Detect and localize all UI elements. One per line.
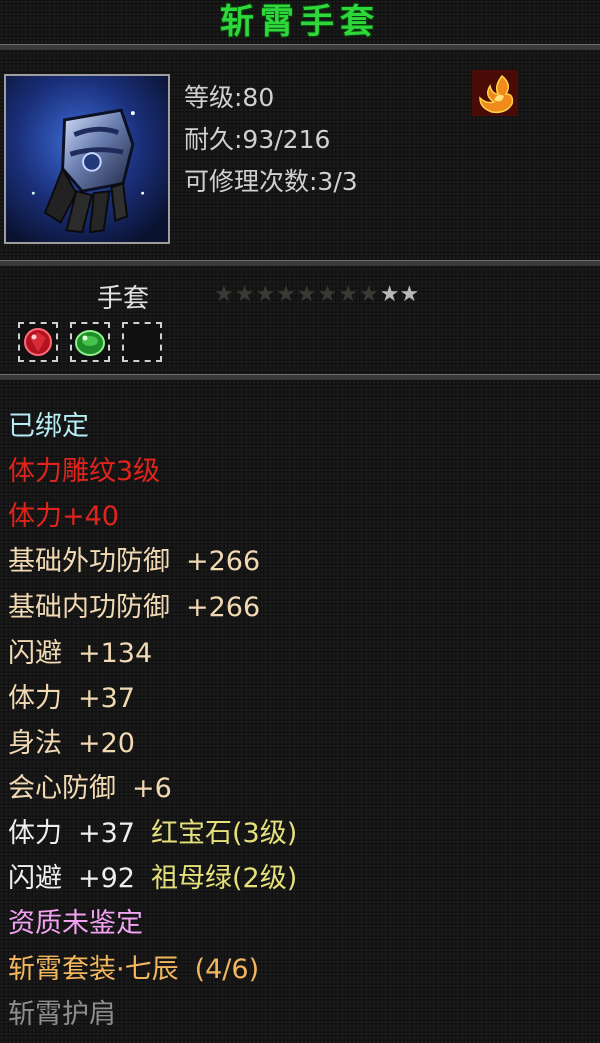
attr-value: +37 (78, 818, 135, 849)
engrave-bonus: 体力+40 (8, 501, 119, 532)
item-title: 斩霄手套 (220, 2, 380, 42)
sockets-divider (0, 374, 600, 380)
attr-label: 体力 (8, 683, 62, 714)
attr-value: +266 (186, 592, 261, 623)
aptitude-status: 资质未鉴定 (8, 908, 143, 939)
gem-socket-2[interactable] (70, 322, 110, 362)
attr-label: 闪避 (8, 863, 62, 894)
set-count: (4/6) (194, 954, 260, 985)
attr-value: +92 (78, 863, 135, 894)
gem-name: 祖母绿(2级) (150, 863, 298, 894)
portrait-divider (0, 260, 600, 266)
gem-name: 红宝石(3级) (150, 818, 298, 849)
dodge-row: 闪避 +134 (8, 637, 152, 671)
attr-value: +37 (78, 683, 135, 714)
attr-value: +134 (78, 638, 153, 669)
base-ext-def-row: 基础外功防御 +266 (8, 545, 260, 579)
gem-socket-1[interactable] (18, 322, 58, 362)
attr-label: 会心防御 (8, 773, 116, 804)
agility-row: 身法 +20 (8, 727, 135, 761)
item-durability: 耐久:93/216 (184, 125, 331, 154)
gem-bonus-row-2: 闪避 +92 祖母绿(2级) (8, 862, 297, 896)
unlit-stars: ★★★★★★★★ (214, 282, 380, 307)
lit-stars: ★★ (379, 282, 420, 307)
ruby-gem-icon (24, 328, 52, 356)
stamina-row: 体力 +37 (8, 682, 135, 716)
empty-socket-icon[interactable] (122, 322, 162, 362)
attr-value: +6 (132, 773, 172, 804)
set-name: 斩霄套装·七辰 (8, 954, 179, 985)
item-portrait (4, 74, 170, 244)
attr-label: 闪避 (8, 638, 62, 669)
bound-status: 已绑定 (8, 411, 89, 442)
set-bonus-row: 斩霄套装·七辰 (4/6) (8, 953, 259, 987)
item-level: 等级:80 (184, 83, 275, 112)
fire-element-icon (472, 70, 518, 116)
crit-def-row: 会心防御 +6 (8, 772, 172, 806)
attr-label: 身法 (8, 728, 62, 759)
title-divider (0, 44, 600, 50)
emerald-gem-icon (75, 330, 105, 356)
attr-label: 基础内功防御 (8, 592, 170, 623)
attr-value: +266 (186, 546, 261, 577)
item-type: 手套 (97, 284, 150, 314)
gem-bonus-row-1: 体力 +37 红宝石(3级) (8, 817, 297, 851)
base-int-def-row: 基础内功防御 +266 (8, 591, 260, 625)
set-piece-inactive: 斩霄护肩 (8, 999, 116, 1030)
attr-value: +20 (78, 728, 135, 759)
attr-label: 体力 (8, 818, 62, 849)
gauntlet-icon (6, 76, 168, 242)
item-repair-count: 可修理次数:3/3 (184, 167, 358, 196)
star-rating: ★★★★★★★★★★ (214, 282, 419, 307)
engrave-attr: 体力雕纹3级 (8, 456, 161, 487)
attr-label: 基础外功防御 (8, 546, 170, 577)
